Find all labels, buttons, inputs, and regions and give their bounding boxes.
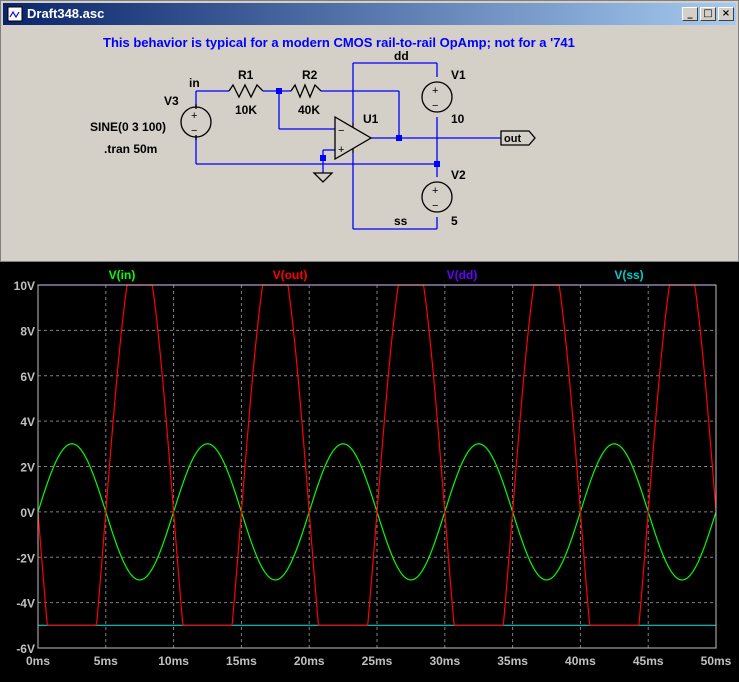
waveform-plot[interactable]: 10V8V6V4V2V0V-2V-4V-6V 0ms 5ms 10ms 15ms 20m… bbox=[0, 262, 739, 682]
x-tick-label: 15ms bbox=[226, 654, 257, 668]
waveform-viewer[interactable]: 10V 8V 6V 4V 2V 0V -2V -4V -6V 0ms 5ms 10ms 15ms 20m… bbox=[0, 262, 739, 682]
voltage-source-v3[interactable]: + − bbox=[180, 104, 212, 140]
y-tick-label: 10V bbox=[14, 279, 35, 293]
x-tick-label: 0ms bbox=[26, 654, 50, 668]
svg-text:−: − bbox=[432, 200, 438, 212]
x-tick-label: 10ms bbox=[158, 654, 189, 668]
schematic-canvas[interactable]: This behavior is typical for a modern CM… bbox=[7, 27, 734, 257]
resistor-r2[interactable] bbox=[290, 83, 322, 99]
svg-text:−: − bbox=[432, 100, 438, 112]
net-label-in: in bbox=[189, 76, 200, 90]
u1-name: U1 bbox=[363, 112, 379, 126]
x-tick-label: 5ms bbox=[94, 654, 118, 668]
voltage-source-v1[interactable]: + − bbox=[421, 81, 453, 113]
legend-entry[interactable]: V(ss) bbox=[614, 268, 643, 282]
net-label-out: out bbox=[504, 133, 521, 145]
v1-name: V1 bbox=[451, 68, 466, 82]
y-tick-label: 4V bbox=[20, 415, 35, 429]
voltage-source-v2[interactable]: + − bbox=[421, 181, 453, 213]
maximize-button[interactable]: □ bbox=[700, 7, 716, 21]
x-tick-label: 30ms bbox=[429, 654, 460, 668]
title-bar[interactable]: Draft348.asc _ □ × bbox=[3, 3, 736, 25]
minimize-button[interactable]: _ bbox=[682, 7, 698, 21]
svg-text:−: − bbox=[191, 125, 197, 137]
v1-value: 10 bbox=[451, 112, 465, 126]
svg-text:−: − bbox=[338, 125, 344, 137]
y-tick-label: 0V bbox=[20, 506, 35, 520]
schematic-doc-icon bbox=[7, 6, 23, 22]
wires bbox=[195, 62, 501, 230]
x-tick-label: 40ms bbox=[565, 654, 596, 668]
r2-value: 40K bbox=[298, 103, 320, 117]
v3-value: SINE(0 3 100) bbox=[90, 120, 166, 134]
v2-value: 5 bbox=[451, 214, 458, 228]
svg-text:+: + bbox=[432, 85, 438, 97]
r1-name: R1 bbox=[238, 68, 254, 82]
legend-entry[interactable]: V(in) bbox=[109, 268, 136, 282]
y-tick-label: -4V bbox=[16, 597, 35, 611]
legend-entry[interactable]: V(dd) bbox=[447, 268, 478, 282]
trace-legend: V(in) V(out) V(dd) V(ss) bbox=[109, 268, 644, 282]
close-button[interactable]: × bbox=[718, 7, 734, 21]
y-axis-ticks: 10V8V6V4V2V0V-2V-4V-6V bbox=[14, 279, 35, 656]
x-tick-label: 50ms bbox=[701, 654, 732, 668]
svg-text:+: + bbox=[338, 144, 344, 156]
x-tick-label: 35ms bbox=[497, 654, 528, 668]
schematic-comment: This behavior is typical for a modern CM… bbox=[103, 35, 575, 50]
r2-name: R2 bbox=[302, 68, 318, 82]
schematic-window: Draft348.asc _ □ × This behavior is typi… bbox=[0, 0, 739, 262]
svg-text:+: + bbox=[191, 110, 197, 122]
x-tick-label: 45ms bbox=[633, 654, 664, 668]
x-tick-label: 25ms bbox=[362, 654, 393, 668]
x-tick-label: 20ms bbox=[294, 654, 325, 668]
resistor-r1[interactable] bbox=[228, 83, 264, 99]
v2-name: V2 bbox=[451, 168, 466, 182]
out-net-flag[interactable]: out bbox=[500, 130, 536, 146]
legend-entry[interactable]: V(out) bbox=[273, 268, 308, 282]
r1-value: 10K bbox=[235, 103, 257, 117]
y-tick-label: 2V bbox=[20, 461, 35, 475]
ground-symbol bbox=[312, 172, 334, 183]
svg-text:+: + bbox=[432, 185, 438, 197]
x-axis-ticks: 0ms 5ms 10ms 15ms 20ms 25ms 30ms 35ms 40ms 45ms 50… bbox=[26, 654, 732, 668]
net-label-ss: ss bbox=[394, 214, 408, 228]
v3-name: V3 bbox=[164, 94, 179, 108]
junctions bbox=[276, 88, 440, 167]
y-tick-label: 8V bbox=[20, 324, 35, 338]
y-tick-label: -2V bbox=[16, 551, 35, 565]
window-title: Draft348.asc bbox=[27, 6, 105, 21]
plot-grid bbox=[37, 284, 717, 649]
tran-directive: .tran 50m bbox=[104, 142, 157, 156]
net-label-dd: dd bbox=[394, 49, 409, 63]
y-tick-label: 6V bbox=[20, 370, 35, 384]
